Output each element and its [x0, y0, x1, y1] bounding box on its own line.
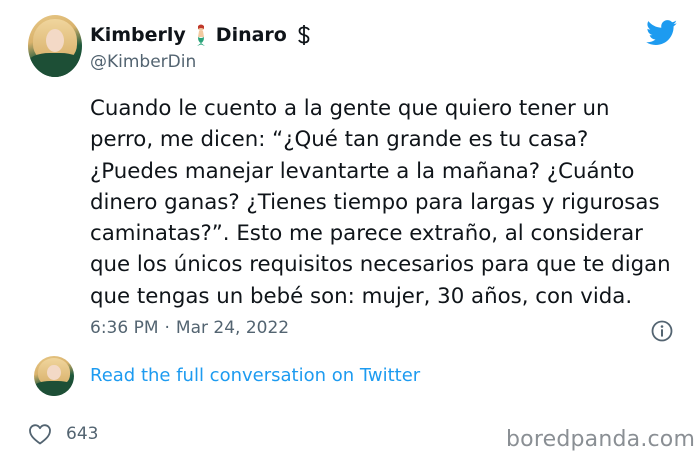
read-conversation-link[interactable]: Read the full conversation on Twitter — [90, 365, 420, 386]
tweet-card: Kimberly Dinaro @KimberDin Cuando le cue… — [0, 0, 700, 461]
conversation-avatar[interactable] — [34, 356, 74, 396]
tweet-time[interactable]: 6:36 PM — [90, 318, 159, 338]
like-action[interactable]: 643 — [28, 423, 98, 445]
author-avatar[interactable] — [28, 15, 82, 77]
author-name-second[interactable]: Dinaro — [216, 24, 287, 46]
like-count: 643 — [66, 424, 99, 444]
author-name-first[interactable]: Kimberly — [90, 24, 186, 46]
tweet-date[interactable]: Mar 24, 2022 — [176, 318, 289, 338]
twitter-bird-icon[interactable] — [646, 20, 678, 46]
info-icon[interactable] — [650, 319, 674, 343]
heavy-dollar-sign-icon — [298, 25, 310, 45]
heart-outline-icon[interactable] — [28, 423, 52, 445]
author-name-row[interactable]: Kimberly Dinaro — [90, 22, 311, 48]
author-handle[interactable]: @KimberDin — [90, 52, 196, 72]
mermaid-icon — [196, 24, 205, 46]
watermark: boredpanda.com — [506, 427, 696, 452]
tweet-text: Cuando le cuento a la gente que quiero t… — [90, 96, 671, 309]
tweet-timestamp[interactable]: 6:36 PM · Mar 24, 2022 — [90, 318, 289, 338]
meta-separator: · — [164, 318, 170, 338]
